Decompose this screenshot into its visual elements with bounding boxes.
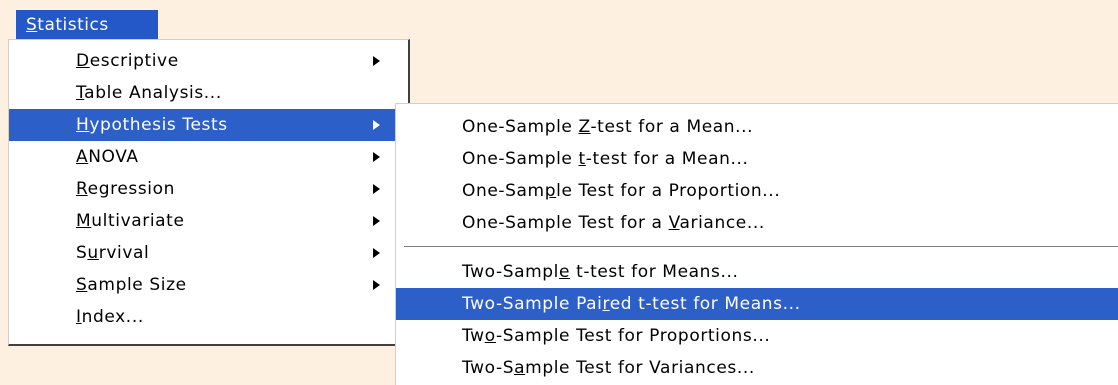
menu-item-two-sample-test-variances[interactable]: Two-Sample Test for Variances... bbox=[396, 352, 1118, 384]
menu-item-one-sample-test-variance[interactable]: One-Sample Test for a Variance... bbox=[396, 207, 1118, 239]
menu-item-one-sample-t-test-mean[interactable]: One-Sample t-test for a Mean... bbox=[396, 143, 1118, 175]
menu-item-label: Index... bbox=[76, 307, 144, 327]
menu-statistics[interactable]: Statistics bbox=[16, 10, 158, 39]
menu-item-label: Hypothesis Tests bbox=[76, 115, 228, 135]
menu-item-two-sample-t-test-means[interactable]: Two-Sample t-test for Means... bbox=[396, 256, 1118, 288]
menu-item-one-sample-z-test-mean[interactable]: One-Sample Z-test for a Mean... bbox=[396, 111, 1118, 143]
menu-item-label: Multivariate bbox=[76, 211, 185, 231]
menu-item-label: One-Sample Test for a Variance... bbox=[462, 213, 765, 233]
menu-item-label: Descriptive bbox=[76, 51, 179, 71]
menu-separator bbox=[404, 246, 1118, 248]
menu-item-hypothesis-tests[interactable]: Hypothesis Tests bbox=[9, 109, 408, 141]
menu-item-descriptive[interactable]: Descriptive bbox=[9, 45, 408, 77]
hypothesis-tests-submenu: One-Sample Z-test for a Mean... One-Samp… bbox=[395, 103, 1118, 385]
submenu-arrow-icon bbox=[373, 184, 380, 194]
menu-item-label: One-Sample Test for a Proportion... bbox=[462, 181, 781, 201]
submenu-arrow-icon bbox=[373, 216, 380, 226]
menu-item-label: One-Sample t-test for a Mean... bbox=[462, 149, 749, 169]
menu-statistics-label: Statistics bbox=[26, 14, 109, 35]
menu-item-label: Two-Sample Test for Variances... bbox=[462, 358, 755, 378]
menu-item-index[interactable]: Index... bbox=[9, 301, 408, 333]
menu-item-sample-size[interactable]: Sample Size bbox=[9, 269, 408, 301]
menu-item-multivariate[interactable]: Multivariate bbox=[9, 205, 408, 237]
menu-item-label: Two-Sample Test for Proportions... bbox=[462, 326, 771, 346]
submenu-arrow-icon bbox=[373, 56, 380, 66]
menu-item-label: Regression bbox=[76, 179, 175, 199]
menu-item-anova[interactable]: ANOVA bbox=[9, 141, 408, 173]
menu-item-label: One-Sample Z-test for a Mean... bbox=[462, 117, 754, 137]
submenu-arrow-icon bbox=[373, 248, 380, 258]
submenu-arrow-icon bbox=[373, 152, 380, 162]
menu-item-two-sample-paired-t-test-means[interactable]: Two-Sample Paired t-test for Means... bbox=[396, 288, 1118, 320]
menu-item-two-sample-test-proportions[interactable]: Two-Sample Test for Proportions... bbox=[396, 320, 1118, 352]
menu-item-label: Table Analysis... bbox=[76, 83, 222, 103]
menu-item-regression[interactable]: Regression bbox=[9, 173, 408, 205]
menu-item-label: Two-Sample t-test for Means... bbox=[462, 262, 739, 282]
menu-item-table-analysis[interactable]: Table Analysis... bbox=[9, 77, 408, 109]
statistics-dropdown: Descriptive Table Analysis... Hypothesis… bbox=[8, 39, 410, 346]
menu-item-survival[interactable]: Survival bbox=[9, 237, 408, 269]
submenu-arrow-icon bbox=[373, 280, 380, 290]
menu-item-label: Survival bbox=[76, 243, 150, 263]
menu-item-label: Two-Sample Paired t-test for Means... bbox=[462, 294, 801, 314]
menu-item-label: ANOVA bbox=[76, 147, 139, 167]
menu-item-one-sample-test-proportion[interactable]: One-Sample Test for a Proportion... bbox=[396, 175, 1118, 207]
submenu-arrow-icon bbox=[373, 120, 380, 130]
menu-item-label: Sample Size bbox=[76, 275, 187, 295]
